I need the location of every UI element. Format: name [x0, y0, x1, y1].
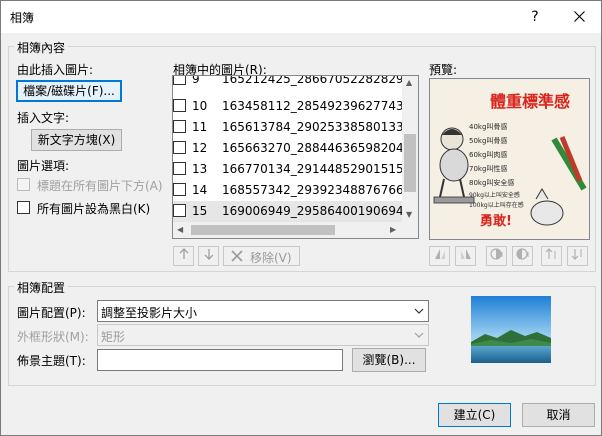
list-item[interactable]: 10 163458112_285492396277437_9	[173, 96, 405, 117]
preview-line: 40kg叫骨感	[469, 122, 507, 131]
frame-shape-value: 矩形	[101, 330, 126, 344]
brightness-down-button[interactable]	[567, 246, 588, 266]
rotate-right-button[interactable]	[455, 246, 476, 266]
chevron-down-icon	[414, 332, 424, 338]
caption-below-label: 標題在所有圖片下方(A)	[37, 179, 163, 193]
picture-filename: 165663270_288446365982040_0	[222, 141, 404, 155]
arrow-up-icon	[179, 248, 188, 259]
preview-label: 預覽:	[429, 63, 458, 77]
list-item[interactable]: 11 165613784_290253385801338_0	[173, 117, 405, 138]
brightness-up-icon	[545, 248, 555, 259]
picture-checkbox[interactable]	[173, 141, 186, 154]
picture-options-label: 圖片選項:	[17, 159, 70, 173]
contrast-down-button[interactable]	[512, 246, 533, 266]
preview-line: 50kg叫骨感	[469, 136, 507, 145]
brightness-down-icon	[571, 249, 581, 260]
album-layout-title: 相簿配置	[14, 279, 69, 296]
picture-checkbox[interactable]	[173, 162, 186, 175]
picture-number: 10	[192, 99, 208, 113]
frame-shape-label: 外框形狀(M):	[17, 330, 89, 344]
theme-label: 佈景主題(T):	[17, 354, 86, 368]
picture-filename: 169006949_295864001906943_5	[222, 204, 404, 218]
picture-number: 12	[192, 141, 208, 155]
preview-line: 70kg叫性感	[469, 164, 507, 173]
picture-checkbox[interactable]	[173, 76, 186, 85]
close-button[interactable]	[567, 5, 591, 29]
picture-layout-select[interactable]: 調整至投影片大小	[97, 300, 429, 322]
scroll-left-icon[interactable]: ◀	[177, 225, 183, 234]
picture-checkbox[interactable]	[173, 99, 186, 112]
rotate-left-icon	[434, 249, 445, 259]
insert-from-label: 由此插入圖片:	[17, 63, 94, 77]
picture-checkbox[interactable]	[173, 120, 186, 133]
theme-preview-image	[471, 296, 551, 363]
preview-title: 體重標準感	[490, 92, 570, 111]
list-vertical-scrollbar[interactable]: ▲ ▼	[402, 76, 418, 223]
preview-line: 100kg以上叫存在感	[469, 201, 524, 209]
preview-footer: 勇敢!	[480, 213, 512, 229]
help-button[interactable]: ?	[523, 5, 547, 29]
scroll-right-icon[interactable]: ▶	[390, 225, 396, 234]
preview-image: 體重標準感 40kg叫骨感 50kg叫骨感 60kg叫肉感 70kg叫性感 80…	[430, 79, 589, 239]
list-item[interactable]: 13 166770134_291448529015157_6	[173, 159, 405, 180]
picture-number: 13	[192, 162, 208, 176]
photo-album-dialog: 相簿 ? 相簿內容 由此插入圖片: 檔案/磁碟片(F)... 插入文字: 新文字…	[0, 0, 602, 436]
move-down-button[interactable]	[198, 246, 219, 266]
file-disk-button[interactable]: 檔案/磁碟片(F)...	[16, 80, 122, 102]
move-up-button[interactable]	[173, 246, 194, 266]
remove-button[interactable]: 移除(V)	[223, 246, 300, 266]
picture-filename: 165613784_290253385801338_0	[222, 120, 404, 134]
scroll-up-icon[interactable]: ▲	[406, 78, 412, 87]
contrast-down-icon	[515, 248, 528, 260]
album-content-title: 相簿內容	[14, 39, 69, 56]
picture-filename: 165212425_286670522828291_9	[222, 75, 404, 86]
picture-number: 14	[192, 183, 208, 197]
preview-line: 60kg叫肉感	[469, 150, 507, 159]
contrast-up-icon	[489, 248, 502, 260]
insert-text-label: 插入文字:	[17, 111, 70, 125]
picture-filename: 168557342_293923488767661_5	[222, 183, 404, 197]
brightness-up-button[interactable]	[541, 246, 562, 266]
picture-preview: 體重標準感 40kg叫骨感 50kg叫骨感 60kg叫肉感 70kg叫性感 80…	[429, 78, 590, 240]
contrast-up-button[interactable]	[486, 246, 507, 266]
dialog-title: 相簿	[10, 11, 35, 25]
arrow-down-icon	[204, 249, 213, 260]
picture-number: 9	[192, 75, 200, 86]
list-item-selected[interactable]: 15 169006949_295864001906943_5	[173, 201, 405, 222]
frame-shape-select[interactable]: 矩形	[97, 324, 429, 346]
picture-filename: 163458112_285492396277437_9	[222, 99, 404, 113]
list-horizontal-scrollbar[interactable]: ◀ ▶	[173, 222, 418, 238]
picture-number: 15	[192, 204, 208, 218]
create-button[interactable]: 建立(C)	[438, 403, 511, 427]
theme-input[interactable]	[97, 349, 343, 371]
list-item[interactable]: 14 168557342_293923488767661_5	[173, 180, 405, 201]
scroll-down-icon[interactable]: ▼	[406, 210, 412, 219]
black-white-checkbox[interactable]	[17, 201, 30, 214]
picture-checkbox[interactable]	[173, 204, 186, 217]
remove-label: 移除(V)	[250, 251, 292, 265]
chevron-down-icon	[414, 308, 424, 314]
picture-layout-value: 調整至投影片大小	[101, 306, 198, 320]
browse-button[interactable]: 瀏覽(B)...	[352, 348, 426, 372]
caption-below-checkbox[interactable]	[17, 178, 30, 191]
list-item[interactable]: 9 165212425_286670522828291_9	[173, 75, 405, 90]
new-textbox-button[interactable]: 新文字方塊(X)	[31, 129, 122, 151]
rotate-left-button[interactable]	[429, 246, 450, 266]
horizontal-scroll-thumb[interactable]	[191, 225, 335, 235]
black-white-label: 所有圖片設為黑白(K)	[37, 202, 151, 216]
cancel-button[interactable]: 取消	[522, 403, 595, 427]
list-item[interactable]: 12 165663270_288446365982040_0	[173, 138, 405, 159]
rotate-right-icon	[460, 249, 471, 259]
picture-number: 11	[192, 120, 208, 134]
preview-line: 80kg叫安全感	[469, 178, 514, 187]
pictures-listbox[interactable]: 9 165212425_286670522828291_9 10 1634581…	[172, 75, 419, 239]
picture-layout-label: 圖片配置(P):	[17, 306, 86, 320]
preview-line: 90kg以上叫安全感	[469, 191, 520, 199]
remove-x-icon	[230, 249, 244, 266]
close-icon	[573, 11, 585, 22]
title-bar: 相簿 ?	[1, 1, 601, 33]
picture-filename: 166770134_291448529015157_6	[222, 162, 404, 176]
vertical-scroll-thumb[interactable]	[404, 134, 416, 192]
picture-checkbox[interactable]	[173, 183, 186, 196]
